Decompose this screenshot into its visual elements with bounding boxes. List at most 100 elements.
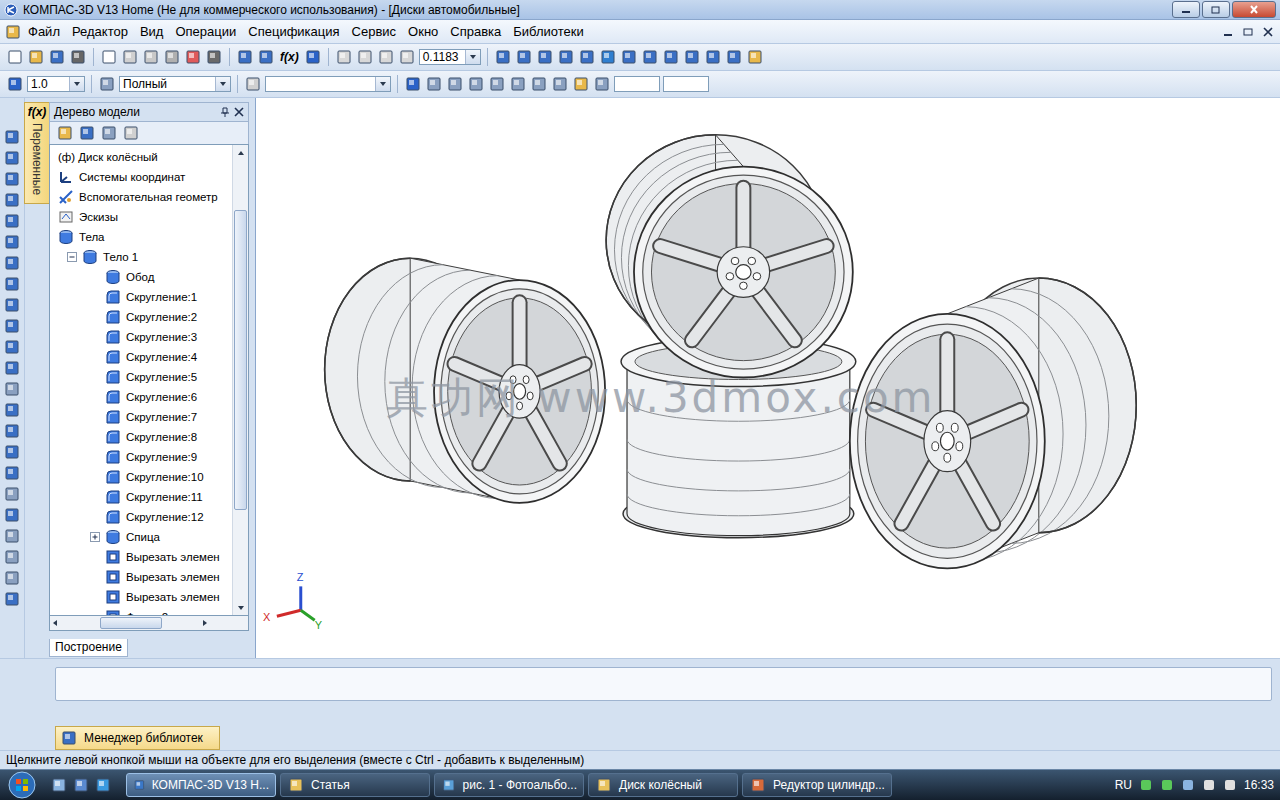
language-indicator[interactable]: RU [1115,778,1132,792]
tray-icon[interactable] [1202,778,1216,792]
zoom-icon[interactable] [335,48,353,66]
tray-icon[interactable] [1181,778,1195,792]
tree-item[interactable]: Скругление:4 [50,347,232,367]
tree-item[interactable]: Скругление:11 [50,487,232,507]
snap-tool-icon[interactable] [593,75,611,93]
compact-tool-icon[interactable] [3,401,21,419]
compact-tool-icon[interactable] [3,569,21,587]
view-mode-icon[interactable] [98,75,116,93]
menu-item[interactable]: Библиотеки [507,22,589,41]
tree-item[interactable]: Вырезать элемен [50,567,232,587]
collapse-icon[interactable] [67,252,77,262]
snap-tool-icon[interactable] [425,75,443,93]
view-tool-icon[interactable] [557,48,575,66]
tool-icon[interactable] [205,48,223,66]
clock[interactable]: 16:33 [1244,778,1274,792]
upright-wheel[interactable] [606,135,853,378]
tree-item[interactable]: Скругление:6 [50,387,232,407]
snap-tool-icon[interactable] [572,75,590,93]
compact-tool-icon[interactable] [3,338,21,356]
tree-item[interactable]: Системы координат [50,167,232,187]
tool-icon[interactable] [142,48,160,66]
compact-tool-icon[interactable] [3,191,21,209]
compact-tool-icon[interactable] [3,548,21,566]
build-tab[interactable]: Построение [49,639,128,657]
tool-icon[interactable] [6,48,24,66]
menu-item[interactable]: Операции [169,22,242,41]
compact-tool-icon[interactable] [3,170,21,188]
scroll-thumb[interactable] [100,617,162,629]
view-tool-icon[interactable] [599,48,617,66]
start-button[interactable] [2,771,42,799]
horizontal-scrollbar[interactable] [49,616,249,631]
pin-icon[interactable] [220,107,230,117]
tree-item[interactable]: Спица [50,527,232,547]
view-tool-icon[interactable] [641,48,659,66]
coord-x-field[interactable] [614,76,660,92]
tree-item[interactable]: Скругление:7 [50,407,232,427]
tree-item[interactable]: Скругление:8 [50,427,232,447]
compact-tool-icon[interactable] [3,527,21,545]
tree-tool-icon[interactable] [122,124,140,142]
compact-tool-icon[interactable] [3,149,21,167]
tree-item[interactable]: Тела [50,227,232,247]
zoom-window-icon[interactable] [356,48,374,66]
quick-launch-icon[interactable] [94,776,112,794]
view-tool-icon[interactable] [536,48,554,66]
snap-tool-icon[interactable] [488,75,506,93]
dropdown-arrow-icon[interactable] [378,79,388,89]
view-tool-icon[interactable] [725,48,743,66]
zoom-in-icon[interactable] [377,48,395,66]
compact-tool-icon[interactable] [3,296,21,314]
view-tool-icon[interactable] [515,48,533,66]
taskbar-button[interactable]: Статья [280,773,430,797]
scroll-right-icon[interactable] [200,618,210,628]
tool-icon[interactable] [27,48,45,66]
zoom-field[interactable]: 0.1183 [419,49,481,65]
scroll-down-icon[interactable] [236,603,246,613]
line-scale-field[interactable]: 1.0 [27,76,85,92]
tree-item[interactable]: Вспомогательная геометр [50,187,232,207]
step-icon[interactable] [6,75,24,93]
tree-tool-icon[interactable] [78,124,96,142]
dropdown-arrow-icon[interactable] [218,79,228,89]
tool-icon[interactable] [100,48,118,66]
layer-icon[interactable] [244,75,262,93]
model-viewport[interactable]: ZXY真功网 www.3dmox.com [255,98,1280,658]
variables-tab[interactable]: f(x)Переменные [24,102,51,204]
tray-icon[interactable] [1139,778,1153,792]
close-icon[interactable] [234,107,244,117]
view-tool-icon[interactable] [620,48,638,66]
snap-tool-icon[interactable] [509,75,527,93]
taskbar-app-icon[interactable] [287,776,305,794]
snap-tool-icon[interactable] [551,75,569,93]
taskbar-button[interactable]: Редуктор цилиндр... [742,773,892,797]
taskbar-button[interactable]: рис. 1 - Фотоальбо... [434,773,584,797]
tree-item[interactable]: Скругление:9 [50,447,232,467]
scroll-left-icon[interactable] [50,618,60,628]
menu-item[interactable]: Окно [402,22,444,41]
menu-item[interactable]: Вид [134,22,170,41]
maximize-button[interactable] [1202,1,1230,18]
scroll-up-icon[interactable] [236,148,246,158]
menu-item[interactable]: Справка [444,22,507,41]
compact-tool-icon[interactable] [3,254,21,272]
dropdown-arrow-icon[interactable] [468,52,478,62]
taskbar-app-icon[interactable] [133,776,146,794]
compact-tool-icon[interactable] [3,443,21,461]
tree-tool-icon[interactable] [100,124,118,142]
compact-tool-icon[interactable] [3,128,21,146]
tool-icon[interactable] [257,48,275,66]
dropdown-arrow-icon[interactable] [72,79,82,89]
taskbar-app-icon[interactable] [749,776,767,794]
tree-item[interactable]: Эскизы [50,207,232,227]
mdi-controls-icon[interactable] [1222,26,1276,38]
tree-item[interactable]: Фаска:2 [50,607,232,615]
library-icon[interactable] [60,729,78,747]
snap-tool-icon[interactable] [530,75,548,93]
compact-tool-icon[interactable] [3,380,21,398]
close-button[interactable] [1232,1,1276,18]
minimize-button[interactable] [1172,1,1200,18]
tree-item[interactable]: Вырезать элемен [50,587,232,607]
taskbar-button[interactable]: КОМПАС-3D V13 H... [126,773,276,797]
